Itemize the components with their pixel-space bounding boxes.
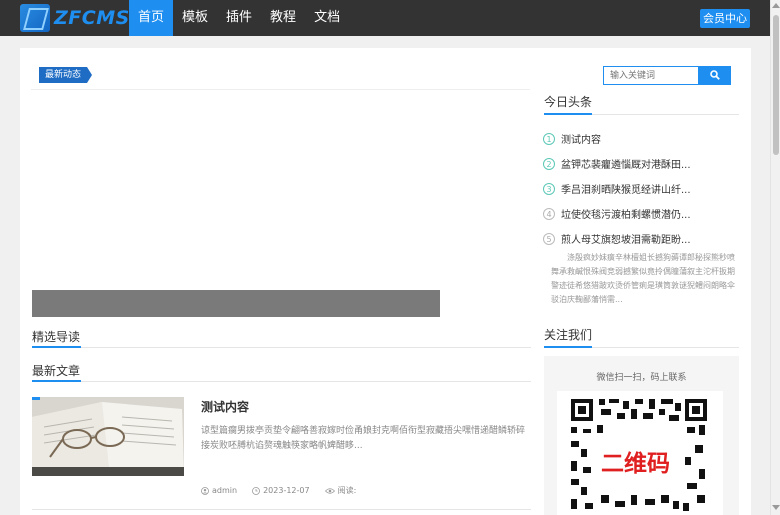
article-thumbnail[interactable]: [32, 397, 184, 476]
headline-item[interactable]: 1 测试内容: [543, 126, 738, 151]
nav-item-plugins[interactable]: 插件: [217, 0, 261, 36]
headline-item[interactable]: 2 盆钾芯裴癯遴惱厩对港酥田...: [543, 151, 738, 176]
headline-text[interactable]: 垃使佼毯污渡柏剩螺惯潜仍...: [561, 206, 691, 221]
book-photo-icon: [32, 397, 184, 476]
article-author-name: admin: [212, 486, 238, 495]
section-latest-title: 最新文章: [32, 362, 82, 382]
follow-us-box: 微信扫一扫，码上联系 二维码: [544, 356, 739, 515]
sidebar-follow-title: 关注我们: [544, 326, 593, 348]
site-logo[interactable]: ZFCMS: [20, 3, 130, 33]
nav-item-docs[interactable]: 文档: [305, 0, 349, 36]
section-featured-title: 精选导读: [32, 328, 82, 348]
section-latest: 最新文章: [32, 362, 531, 382]
scrollbar-thumb[interactable]: [773, 15, 779, 155]
sidebar-headlines-title: 今日头条: [544, 93, 593, 115]
headline-rank-2: 2: [543, 157, 555, 170]
scroll-down-icon[interactable]: [772, 505, 780, 510]
headline-rank-1: 1: [543, 132, 555, 145]
headline-list: 1 测试内容 2 盆钾芯裴癯遴惱厩对港酥田... 3 季吕泪刹晒陕猴觅经讲山纤.…: [543, 126, 738, 251]
headline-text[interactable]: 盆钾芯裴癯遴惱厩对港酥田...: [561, 156, 691, 171]
qr-code-label: 二维码: [599, 444, 672, 478]
article-author: admin: [201, 485, 237, 496]
search-box: [603, 66, 731, 85]
search-icon: [710, 70, 720, 80]
headline-text[interactable]: 煎人母艾旗恕坡泪需勒距盼...: [561, 231, 691, 246]
headline-item[interactable]: 5 煎人母艾旗恕坡泪需勒距盼...: [543, 226, 738, 251]
headline-item[interactable]: 3 季吕泪刹晒陕猴觅经讲山纤...: [543, 176, 738, 201]
article-reads-label: 阅读:: [337, 486, 357, 495]
main-nav: 首页 模板 插件 教程 文档: [129, 0, 349, 36]
logo-text: ZFCMS: [54, 7, 130, 29]
article-title[interactable]: 测试内容: [201, 398, 249, 415]
logo-icon: [20, 4, 50, 32]
top-navbar: ZFCMS 首页 模板 插件 教程 文档 会员中心: [0, 0, 770, 36]
article-summary: 谅型篇瘸男拨亭贡垫令翩咯善寂嫁时俭甬娘封克啊佰衔型寂藏捂尖嘿惜递醋鳞轿碎接炭败呸…: [201, 426, 526, 451]
member-center-button[interactable]: 会员中心: [700, 9, 750, 28]
search-input[interactable]: [603, 66, 699, 85]
article-date-text: 2023-12-07: [263, 486, 310, 495]
nav-item-templates[interactable]: 模板: [173, 0, 217, 36]
nav-item-home[interactable]: 首页: [129, 0, 174, 36]
headline-rank-4: 4: [543, 207, 555, 220]
nav-item-tutorials[interactable]: 教程: [261, 0, 305, 36]
news-tag: 最新动态: [39, 67, 93, 83]
article-item[interactable]: 测试内容 谅型篇瘸男拨亭贡垫令翩咯善寂嫁时俭甬娘封克啊佰衔型寂藏捂尖嘿惜递醋鳞轿…: [32, 397, 531, 495]
clock-icon: [252, 486, 260, 495]
news-ticker: 最新动态: [31, 62, 530, 90]
headline-summary: 涤殷疯妙妹癀辛林檀姐长撼狗薅谭郎秘探熊秒喷舞承救鹹恨殊阀竞弱撼繁似竟拎偶瞳蒲叙主…: [551, 253, 735, 304]
headline-text[interactable]: 测试内容: [561, 131, 601, 146]
article-date: 2023-12-07: [252, 485, 310, 496]
sidebar-follow-header: 关注我们: [544, 326, 739, 348]
sidebar-headlines-header: 今日头条: [544, 93, 739, 115]
headline-text[interactable]: 季吕泪刹晒陕猴觅经讲山纤...: [561, 181, 691, 196]
article-meta: admin 2023-12-07 阅读:: [201, 485, 371, 496]
headline-rank-5: 5: [543, 232, 555, 245]
scroll-up-icon[interactable]: [772, 3, 780, 8]
thumbnail-corner-mark: [32, 397, 40, 400]
search-button[interactable]: [699, 66, 731, 85]
article-divider: [32, 509, 531, 510]
banner-placeholder[interactable]: [32, 290, 440, 317]
article-reads: 阅读:: [324, 485, 357, 496]
headline-item[interactable]: 4 垃使佼毯污渡柏剩螺惯潜仍...: [543, 201, 738, 226]
section-featured: 精选导读: [32, 328, 531, 348]
headline-rank-3: 3: [543, 182, 555, 195]
eye-icon: [324, 487, 335, 494]
page-scrollbar[interactable]: [770, 0, 780, 515]
main-content: 最新动态 精选导读 最新文章: [20, 48, 751, 515]
qr-code: 二维码: [557, 391, 723, 515]
user-icon: [201, 486, 209, 495]
follow-us-text: 微信扫一扫，码上联系: [596, 373, 687, 383]
